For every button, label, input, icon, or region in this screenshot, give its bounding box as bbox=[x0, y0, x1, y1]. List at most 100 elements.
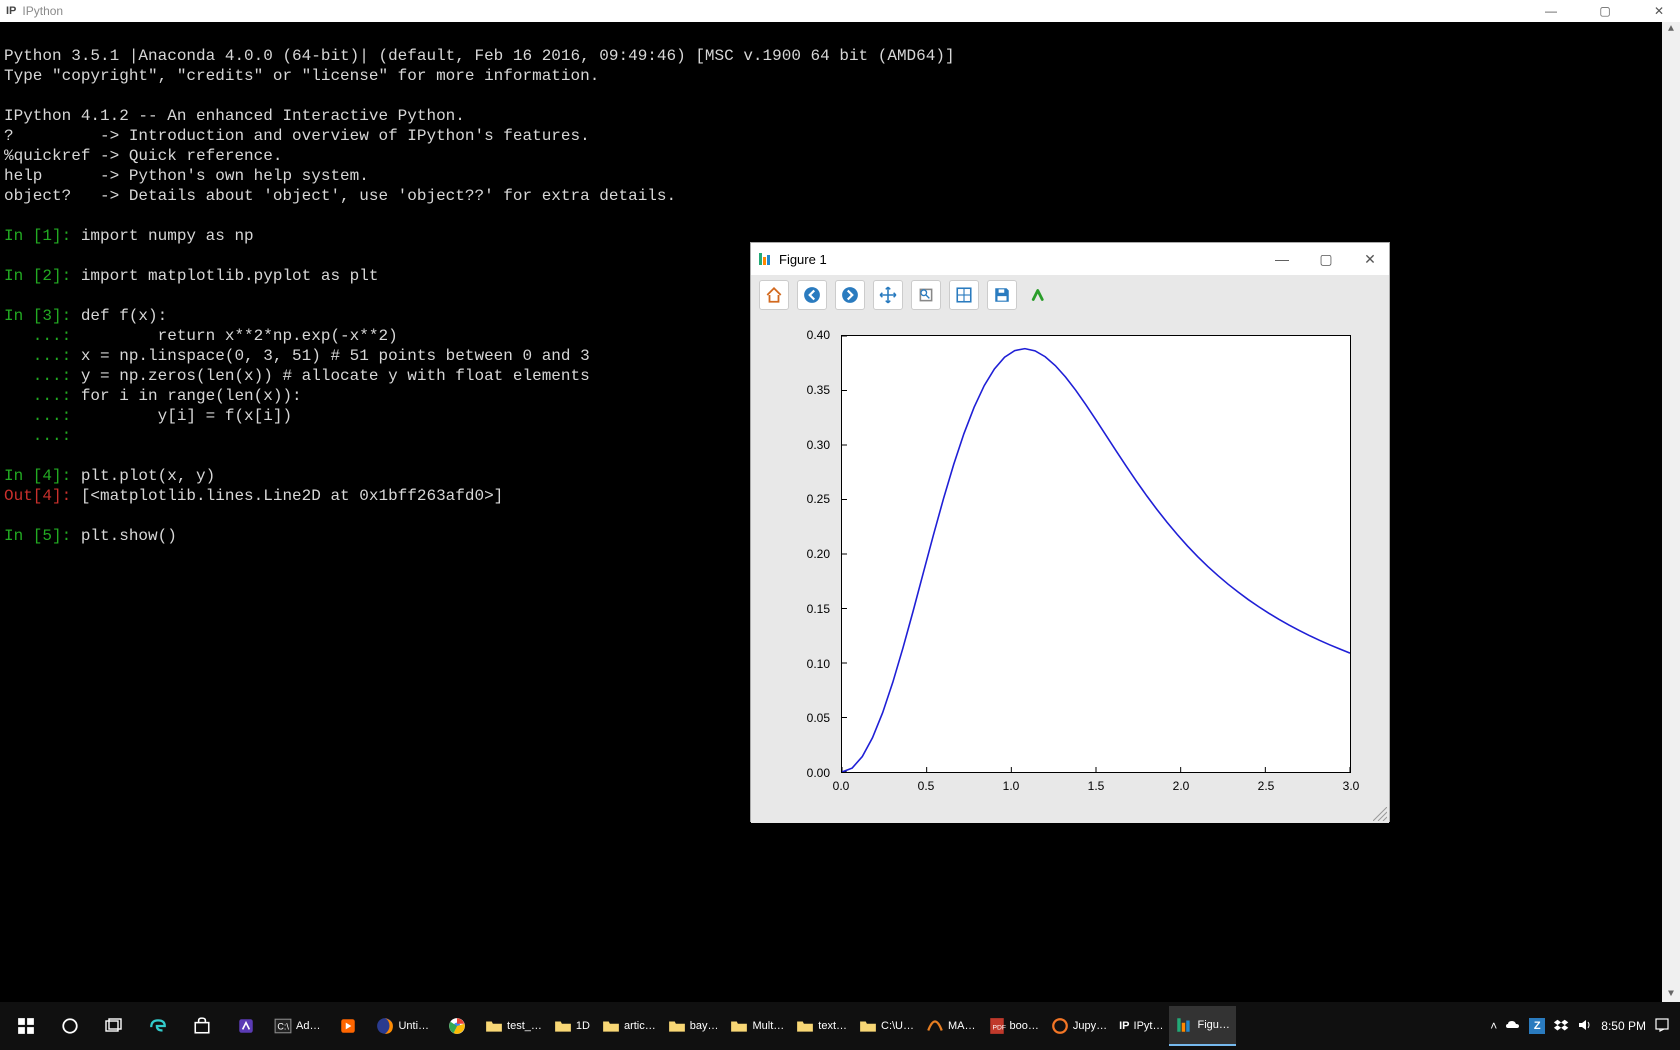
figure-title: Figure 1 bbox=[779, 252, 1269, 267]
terminal-line: IPython 4.1.2 -- An enhanced Interactive… bbox=[4, 107, 465, 125]
edit-button[interactable] bbox=[1025, 280, 1055, 310]
scroll-down-icon[interactable]: ▼ bbox=[1662, 989, 1680, 1000]
system-tray: ˄ Z 8:50 PM bbox=[1490, 1017, 1676, 1036]
terminal-line: Python 3.5.1 |Anaconda 4.0.0 (64-bit)| (… bbox=[4, 47, 955, 65]
code-line: plt.plot(x, y) bbox=[81, 467, 215, 485]
x-tick-label: 1.5 bbox=[1088, 779, 1105, 793]
folder-button[interactable]: 1D bbox=[548, 1006, 596, 1046]
folder-button[interactable]: C:\U… bbox=[853, 1006, 920, 1046]
app-button[interactable] bbox=[224, 1006, 268, 1046]
figure-task-button[interactable]: Figu… bbox=[1169, 1006, 1235, 1046]
zoom-button[interactable] bbox=[911, 280, 941, 310]
start-button[interactable] bbox=[4, 1006, 48, 1046]
x-tick-label: 2.5 bbox=[1258, 779, 1275, 793]
terminal-line: Type "copyright", "credits" or "license"… bbox=[4, 67, 599, 85]
x-tick-label: 3.0 bbox=[1343, 779, 1360, 793]
cont-prompt: ...: bbox=[4, 407, 81, 425]
cont-prompt: ...: bbox=[4, 327, 81, 345]
window-controls: — ▢ ✕ bbox=[1536, 4, 1674, 18]
code-line: for i in range(len(x)): bbox=[81, 387, 302, 405]
y-axis-ticks: 0.000.050.100.150.200.250.300.350.40 bbox=[751, 335, 836, 773]
figure-window: Figure 1 — ▢ ✕ 0.000.050.100.150.200.250… bbox=[750, 242, 1390, 822]
cmd-button[interactable]: C:\ Ad… bbox=[268, 1006, 326, 1046]
code-line: y[i] = f(x[i]) bbox=[81, 407, 292, 425]
y-tick-label: 0.10 bbox=[807, 657, 830, 671]
cont-prompt: ...: bbox=[4, 387, 81, 405]
taskview-button[interactable] bbox=[92, 1006, 136, 1046]
figure-minimize-button[interactable]: — bbox=[1269, 251, 1295, 268]
dropbox-icon[interactable] bbox=[1553, 1017, 1569, 1036]
task-label: Mult… bbox=[752, 1020, 784, 1032]
task-label: text… bbox=[818, 1020, 847, 1032]
task-label: artic… bbox=[624, 1020, 656, 1032]
terminal-line: help -> Python's own help system. bbox=[4, 167, 369, 185]
y-tick-label: 0.25 bbox=[807, 492, 830, 506]
maximize-button[interactable]: ▢ bbox=[1590, 4, 1620, 18]
resize-grip[interactable] bbox=[1373, 807, 1387, 821]
in-prompt: In [2]: bbox=[4, 267, 81, 285]
edge-button[interactable] bbox=[136, 1006, 180, 1046]
figure-toolbar bbox=[751, 275, 1389, 315]
task-label: test_… bbox=[507, 1020, 542, 1032]
ipython-task-button[interactable]: IPIPyt… bbox=[1113, 1006, 1169, 1046]
folder-button[interactable]: text… bbox=[790, 1006, 853, 1046]
out-prompt: Out[4]: bbox=[4, 487, 81, 505]
jupyter-button[interactable]: Jupy… bbox=[1045, 1006, 1113, 1046]
pan-button[interactable] bbox=[873, 280, 903, 310]
subplots-button[interactable] bbox=[949, 280, 979, 310]
firefox-button[interactable]: Unti… bbox=[370, 1006, 435, 1046]
terminal-line: %quickref -> Quick reference. bbox=[4, 147, 282, 165]
task-label: MA… bbox=[948, 1020, 976, 1032]
z-icon[interactable]: Z bbox=[1529, 1018, 1545, 1034]
in-prompt: In [5]: bbox=[4, 527, 81, 545]
chrome-button[interactable] bbox=[435, 1006, 479, 1046]
video-button[interactable] bbox=[326, 1006, 370, 1046]
taskbar: C:\ Ad… Unti… test_… 1D artic… bay… Mult…… bbox=[0, 1002, 1680, 1050]
home-button[interactable] bbox=[759, 280, 789, 310]
main-scrollbar[interactable]: ▲ ▼ bbox=[1662, 22, 1680, 1002]
volume-icon[interactable] bbox=[1577, 1017, 1593, 1036]
task-label: Ad… bbox=[296, 1020, 320, 1032]
back-button[interactable] bbox=[797, 280, 827, 310]
minimize-button[interactable]: — bbox=[1536, 4, 1566, 18]
task-label: Jupy… bbox=[1073, 1020, 1107, 1032]
figure-maximize-button[interactable]: ▢ bbox=[1313, 251, 1339, 268]
code-line: plt.show() bbox=[81, 527, 177, 545]
y-tick-label: 0.40 bbox=[807, 328, 830, 342]
task-label: C:\U… bbox=[881, 1020, 914, 1032]
main-titlebar: IP IPython — ▢ ✕ bbox=[0, 0, 1680, 22]
y-tick-label: 0.00 bbox=[807, 766, 830, 780]
cont-prompt: ...: bbox=[4, 367, 81, 385]
figure-titlebar[interactable]: Figure 1 — ▢ ✕ bbox=[751, 243, 1389, 275]
y-tick-label: 0.20 bbox=[807, 547, 830, 561]
plot-canvas[interactable] bbox=[841, 335, 1351, 773]
scroll-up-icon[interactable]: ▲ bbox=[1662, 24, 1680, 35]
output-line: [<matplotlib.lines.Line2D at 0x1bff263af… bbox=[81, 487, 503, 505]
folder-button[interactable]: bay… bbox=[662, 1006, 725, 1046]
svg-text:C:\: C:\ bbox=[277, 1021, 289, 1031]
close-button[interactable]: ✕ bbox=[1644, 4, 1674, 18]
task-label: 1D bbox=[576, 1020, 590, 1032]
folder-button[interactable]: Mult… bbox=[724, 1006, 790, 1046]
y-tick-label: 0.35 bbox=[807, 383, 830, 397]
task-label: Figu… bbox=[1197, 1019, 1229, 1031]
figure-close-button[interactable]: ✕ bbox=[1357, 251, 1383, 268]
code-line: x = np.linspace(0, 3, 51) # 51 points be… bbox=[81, 347, 590, 365]
save-button[interactable] bbox=[987, 280, 1017, 310]
matlab-button[interactable]: MA… bbox=[920, 1006, 982, 1046]
pdf-button[interactable]: PDFboo… bbox=[982, 1006, 1045, 1046]
clock[interactable]: 8:50 PM bbox=[1601, 1019, 1646, 1033]
action-center-icon[interactable] bbox=[1654, 1017, 1670, 1036]
folder-button[interactable]: test_… bbox=[479, 1006, 548, 1046]
in-prompt: In [3]: bbox=[4, 307, 81, 325]
forward-button[interactable] bbox=[835, 280, 865, 310]
task-label: boo… bbox=[1010, 1020, 1039, 1032]
store-button[interactable] bbox=[180, 1006, 224, 1046]
terminal-line: object? -> Details about 'object', use '… bbox=[4, 187, 676, 205]
onedrive-icon[interactable] bbox=[1505, 1017, 1521, 1036]
figure-window-controls: — ▢ ✕ bbox=[1269, 251, 1383, 268]
folder-button[interactable]: artic… bbox=[596, 1006, 662, 1046]
cortana-button[interactable] bbox=[48, 1006, 92, 1046]
x-tick-label: 0.5 bbox=[918, 779, 935, 793]
tray-chevron-icon[interactable]: ˄ bbox=[1490, 1019, 1497, 1033]
